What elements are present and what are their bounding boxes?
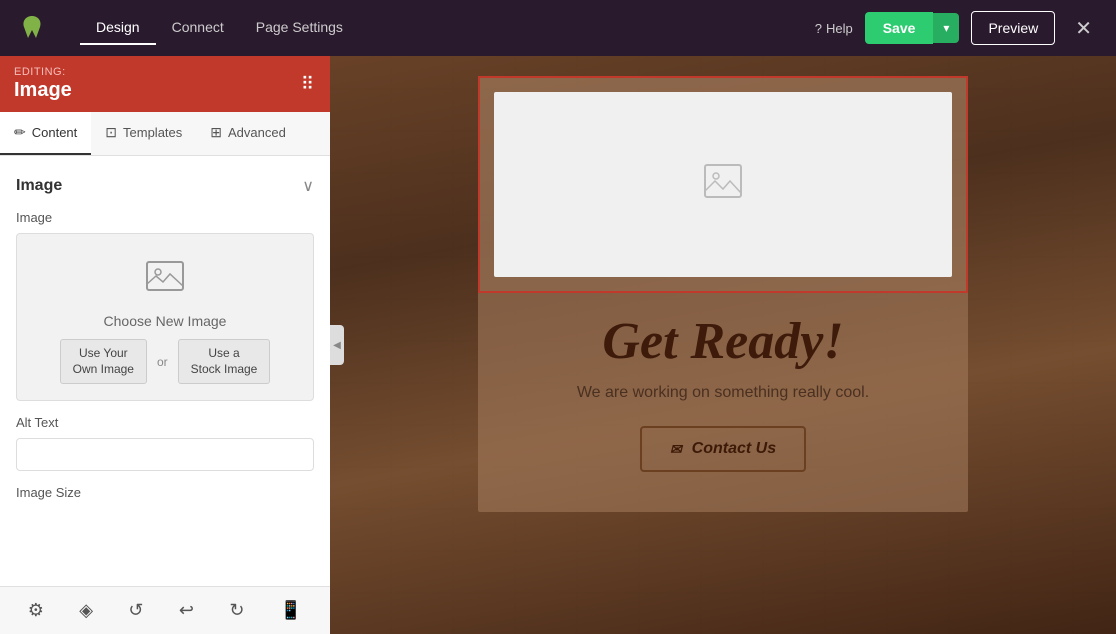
- editing-header-text: EDITING: Image: [14, 66, 72, 102]
- help-icon: ?: [815, 21, 822, 36]
- canvas-subtext: We are working on something really cool.: [508, 384, 938, 402]
- panel-tabs: ✏ Content ⊡ Templates ⊞ Advanced: [0, 112, 330, 156]
- tab-advanced-label: Advanced: [228, 125, 286, 140]
- section-chevron-icon[interactable]: ∨: [302, 176, 314, 196]
- save-btn-group: Save ▾: [865, 12, 960, 44]
- editing-label: EDITING:: [14, 66, 72, 78]
- layers-icon[interactable]: ◈: [71, 592, 101, 629]
- preview-button[interactable]: Preview: [971, 11, 1055, 45]
- advanced-tab-icon: ⊞: [210, 124, 222, 141]
- topbar-nav: Design Connect Page Settings: [80, 11, 791, 45]
- close-button[interactable]: ✕: [1067, 12, 1100, 45]
- alt-text-input[interactable]: [16, 438, 314, 471]
- canvas-heading: Get Ready!: [508, 313, 938, 370]
- tab-templates[interactable]: ⊡ Templates: [91, 112, 196, 155]
- image-section-header: Image ∨: [16, 176, 314, 196]
- choose-new-image-text: Choose New Image: [104, 313, 227, 329]
- image-field-label: Image: [16, 210, 314, 225]
- canvas-content: Get Ready! We are working on something r…: [478, 293, 968, 482]
- help-button[interactable]: ? Help: [815, 21, 853, 36]
- contact-btn-label: Contact Us: [692, 440, 776, 458]
- history-icon[interactable]: ↺: [120, 592, 151, 629]
- tab-content[interactable]: ✏ Content: [0, 112, 91, 155]
- panel-toolbar: ⚙ ◈ ↺ ↩ ↻ 📱: [0, 586, 330, 634]
- alt-text-label: Alt Text: [16, 415, 314, 430]
- left-panel: EDITING: Image ⠿ ✏ Content ⊡ Templates ⊞…: [0, 56, 330, 634]
- redo-icon[interactable]: ↻: [221, 592, 252, 629]
- contact-us-button[interactable]: ✉ Contact Us: [640, 426, 806, 472]
- content-tab-icon: ✏: [14, 124, 26, 141]
- or-label: or: [157, 355, 168, 369]
- tab-templates-label: Templates: [123, 125, 182, 140]
- app-logo: [16, 12, 48, 44]
- nav-design[interactable]: Design: [80, 11, 156, 45]
- canvas-area: Get Ready! We are working on something r…: [330, 56, 1116, 634]
- settings-icon[interactable]: ⚙: [20, 592, 52, 629]
- use-stock-image-button[interactable]: Use a Stock Image: [178, 339, 271, 384]
- save-button[interactable]: Save: [865, 12, 934, 44]
- contact-btn-icon: ✉: [670, 441, 682, 458]
- panel-content: Image ∨ Image Choose New Image Use Your …: [0, 156, 330, 586]
- image-chooser-actions: Use Your Own Image or Use a Stock Image: [60, 339, 271, 384]
- editing-title: Image: [14, 79, 72, 102]
- help-label: Help: [826, 21, 853, 36]
- nav-connect[interactable]: Connect: [156, 11, 240, 45]
- save-dropdown-button[interactable]: ▾: [933, 13, 959, 43]
- page-canvas: Get Ready! We are working on something r…: [478, 76, 968, 512]
- image-chooser-icon: [145, 258, 185, 303]
- image-placeholder-icon: [703, 163, 743, 207]
- mobile-icon[interactable]: 📱: [272, 592, 310, 629]
- image-section-title: Image: [16, 177, 62, 195]
- image-chooser: Choose New Image Use Your Own Image or U…: [16, 233, 314, 401]
- collapse-chevron-icon: ◀: [333, 340, 341, 351]
- tab-content-label: Content: [32, 125, 78, 140]
- collapse-handle[interactable]: ◀: [330, 325, 344, 365]
- image-placeholder-box: [494, 92, 952, 277]
- undo-icon[interactable]: ↩: [171, 592, 202, 629]
- templates-tab-icon: ⊡: [105, 124, 117, 141]
- image-size-label: Image Size: [16, 485, 314, 500]
- topbar: Design Connect Page Settings ? Help Save…: [0, 0, 1116, 56]
- selected-image-block[interactable]: [478, 76, 968, 293]
- editing-header: EDITING: Image ⠿: [0, 56, 330, 112]
- tab-advanced[interactable]: ⊞ Advanced: [196, 112, 300, 155]
- dots-menu-icon[interactable]: ⠿: [301, 74, 316, 95]
- topbar-right: ? Help Save ▾ Preview ✕: [815, 11, 1100, 45]
- use-own-image-button[interactable]: Use Your Own Image: [60, 339, 147, 384]
- nav-page-settings[interactable]: Page Settings: [240, 11, 359, 45]
- main-area: EDITING: Image ⠿ ✏ Content ⊡ Templates ⊞…: [0, 56, 1116, 634]
